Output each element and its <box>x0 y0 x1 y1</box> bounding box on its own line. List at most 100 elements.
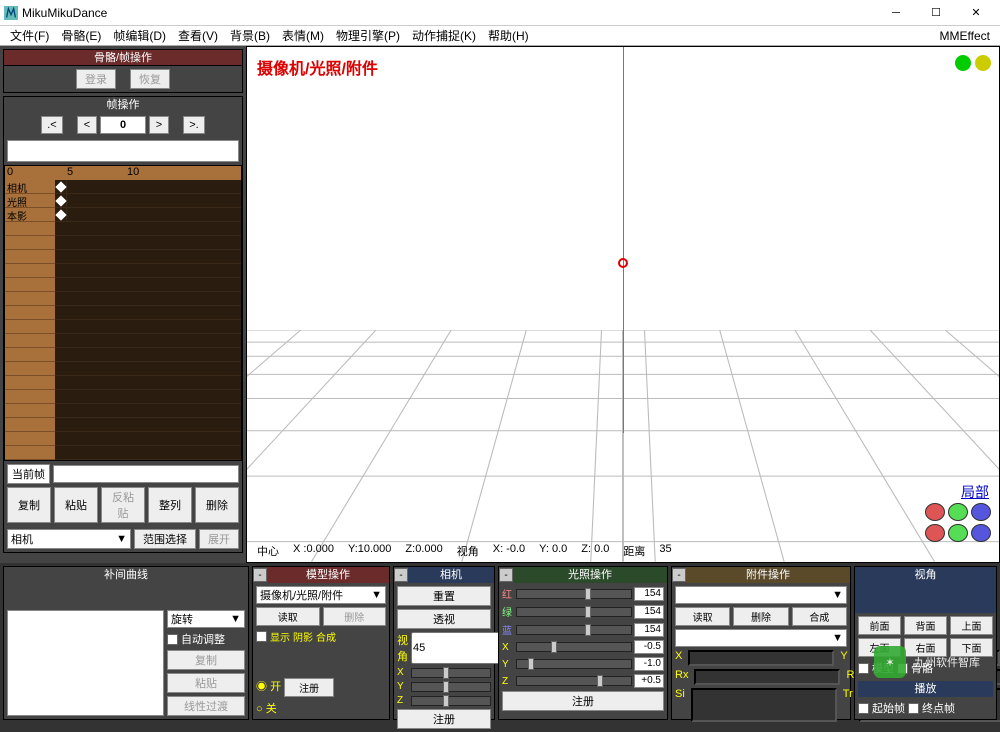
curve-mode-select[interactable]: 旋转▼ <box>167 610 245 628</box>
perspective-button[interactable]: 透视 <box>397 609 491 629</box>
menu-bg[interactable]: 背景(B) <box>224 25 276 46</box>
local-mode-toggle[interactable]: 局部 <box>961 482 989 502</box>
model-delete-button[interactable]: 删除 <box>323 607 387 626</box>
range-select-button[interactable]: 范围选择 <box>134 529 196 549</box>
cam-y-slider[interactable] <box>411 682 491 692</box>
register-button[interactable]: 登录 <box>76 69 116 89</box>
collapse-icon[interactable]: - <box>394 568 408 582</box>
curve-title: 补间曲线 <box>4 567 248 607</box>
copy-button[interactable]: 复制 <box>7 487 51 523</box>
frame-value-input[interactable]: 0 <box>100 116 146 134</box>
collapse-icon[interactable]: - <box>499 568 513 582</box>
camera-register-button[interactable]: 注册 <box>397 709 491 729</box>
view-top-button[interactable]: 上面 <box>950 616 993 635</box>
expand-button[interactable]: 展开 <box>199 529 239 549</box>
collapse-icon[interactable]: - <box>253 568 267 582</box>
light-g-slider[interactable] <box>516 607 632 617</box>
menu-face[interactable]: 表情(M) <box>276 25 330 46</box>
acc-x-input[interactable] <box>688 650 834 666</box>
display-checkbox[interactable] <box>256 631 267 642</box>
camera-reset-button[interactable]: 重置 <box>397 586 491 606</box>
view-bottom-button[interactable]: 下面 <box>950 638 993 657</box>
light-register-button[interactable]: 注册 <box>502 691 664 711</box>
gizmo-icon[interactable] <box>955 55 971 71</box>
frameops-title: 帧操作 <box>4 97 242 113</box>
menu-view[interactable]: 查看(V) <box>172 25 224 46</box>
rotate-z-icon[interactable] <box>971 503 991 521</box>
revert-button[interactable]: 恢复 <box>130 69 170 89</box>
model-visible-checkbox[interactable] <box>858 663 869 674</box>
menu-bone[interactable]: 骨骼(E) <box>55 25 107 46</box>
frame-prev-button[interactable]: < <box>77 116 97 134</box>
timeline-ruler[interactable]: 0 5 10 <box>5 166 241 180</box>
close-button[interactable]: ✕ <box>956 2 996 24</box>
rotate-x-icon[interactable] <box>925 503 945 521</box>
model-target-select[interactable]: 摄像机/光照/附件▼ <box>256 586 386 604</box>
jump-edge-next[interactable]: >. <box>183 116 205 134</box>
menu-mocap[interactable]: 动作捕捉(K) <box>406 25 482 46</box>
view-left-button[interactable]: 左面 <box>858 638 901 657</box>
maximize-button[interactable]: ☐ <box>916 2 956 24</box>
acc-select[interactable]: ▼ <box>675 586 847 604</box>
acc-load-button[interactable]: 读取 <box>675 607 730 626</box>
playback-title: 播放 <box>858 681 993 697</box>
acc-delete-button[interactable]: 删除 <box>733 607 788 626</box>
move-x-icon[interactable] <box>925 524 945 542</box>
keyframe-icon[interactable] <box>55 209 66 220</box>
delete-button[interactable]: 删除 <box>195 487 239 523</box>
curve-copy-button[interactable]: 复制 <box>167 650 245 670</box>
view-back-button[interactable]: 背面 <box>904 616 947 635</box>
radio-on[interactable]: ◉ 开 <box>256 678 281 697</box>
endframe-checkbox[interactable] <box>908 703 919 714</box>
paste-reverse-button[interactable]: 反粘贴 <box>101 487 145 523</box>
cam-z-slider[interactable] <box>411 696 491 706</box>
move-y-icon[interactable] <box>948 524 968 542</box>
keyframe-icon[interactable] <box>55 181 66 192</box>
linear-button[interactable]: 线性过渡 <box>167 696 245 716</box>
light-z-slider[interactable] <box>516 676 632 686</box>
modelop-register-button[interactable]: 注册 <box>284 678 334 697</box>
center-marker-icon <box>618 258 628 268</box>
minimize-button[interactable]: ─ <box>876 2 916 24</box>
model-load-button[interactable]: 读取 <box>256 607 320 626</box>
curve-paste-button[interactable]: 粘贴 <box>167 673 245 693</box>
acc-calc-button[interactable]: 合成 <box>792 607 847 626</box>
auto-checkbox[interactable]: ✓ <box>167 634 178 645</box>
model-select[interactable]: 相机▼ <box>7 529 131 549</box>
bone-visible-checkbox[interactable] <box>897 663 908 674</box>
collapse-icon[interactable]: - <box>672 568 686 582</box>
acc-rx-input[interactable] <box>694 669 840 685</box>
acc-si-input[interactable] <box>691 688 837 722</box>
light-x-slider[interactable] <box>516 642 632 652</box>
menu-file[interactable]: 文件(F) <box>4 25 55 46</box>
menu-frame[interactable]: 帧编辑(D) <box>107 25 172 46</box>
light-r-slider[interactable] <box>516 589 632 599</box>
bone-name-field[interactable] <box>7 140 239 162</box>
menu-help[interactable]: 帮助(H) <box>482 25 535 46</box>
menu-mmeffect[interactable]: MMEffect <box>934 27 996 45</box>
radio-off[interactable]: ○ 关 <box>256 700 277 716</box>
view-front-button[interactable]: 前面 <box>858 616 901 635</box>
menu-physics[interactable]: 物理引擎(P) <box>330 25 406 46</box>
3d-viewport[interactable]: 摄像机/光照/附件 局部 中心 X :0.000 Y:10.000 Z:0.00… <box>246 46 1000 563</box>
track-light[interactable]: 光照 <box>5 194 55 208</box>
view-right-button[interactable]: 右面 <box>904 638 947 657</box>
track-shadow[interactable]: 本影 <box>5 208 55 222</box>
range-column-button[interactable]: 整列 <box>148 487 192 523</box>
jump-edge-prev[interactable]: .< <box>41 116 63 134</box>
frame-next-button[interactable]: > <box>149 116 169 134</box>
move-z-icon[interactable] <box>971 524 991 542</box>
startframe-checkbox[interactable] <box>858 703 869 714</box>
curve-editor[interactable] <box>7 610 164 716</box>
paste-button[interactable]: 粘贴 <box>54 487 98 523</box>
track-camera[interactable]: 相机 <box>5 180 55 194</box>
timeline-grid[interactable] <box>55 180 241 460</box>
cam-x-slider[interactable] <box>411 668 491 678</box>
light-y-slider[interactable] <box>516 659 632 669</box>
acc-parent-select[interactable]: ▼ <box>675 629 847 647</box>
current-frame-input[interactable] <box>53 465 239 483</box>
gizmo-icon[interactable] <box>975 55 991 71</box>
keyframe-icon[interactable] <box>55 195 66 206</box>
light-b-slider[interactable] <box>516 625 632 635</box>
rotate-y-icon[interactable] <box>948 503 968 521</box>
